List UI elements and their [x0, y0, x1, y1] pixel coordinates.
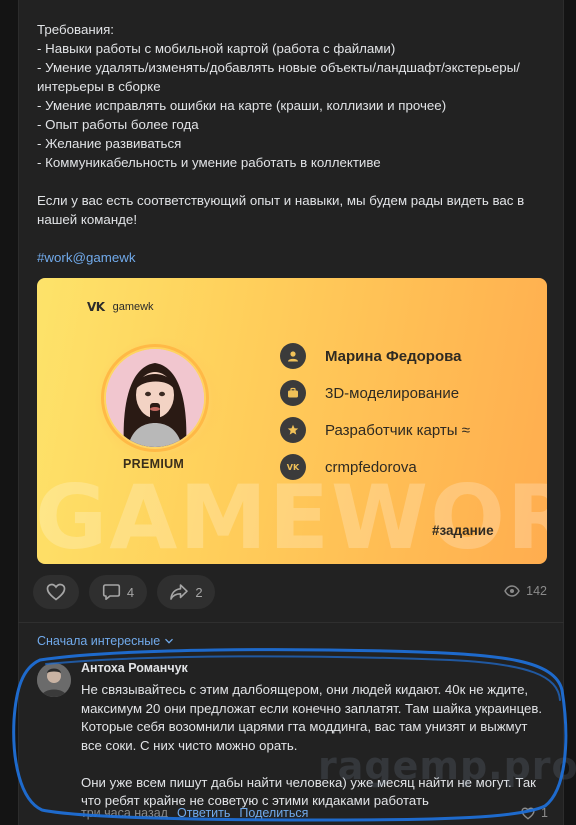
banner-skill-row: 3D-моделирование	[280, 380, 459, 406]
divider	[18, 622, 564, 623]
comment-icon	[102, 584, 120, 600]
briefcase-icon	[280, 380, 306, 406]
banner-name: Марина Федорова	[325, 347, 462, 365]
comment-meta: три часа назад Ответить Поделиться	[81, 806, 308, 820]
post-line: интерьеры в сборке	[37, 79, 161, 94]
post-line: Если у вас есть соответствующий опыт и н…	[37, 193, 525, 208]
banner-contact-row: VK crmpfedorova	[280, 454, 417, 480]
banner-logo: VK gamewk	[87, 300, 154, 314]
banner-role: Разработчик карты ≈	[325, 421, 470, 439]
post-line: - Умение исправлять ошибки на карте (кра…	[37, 98, 447, 113]
vk-logo-icon: VK	[87, 300, 105, 314]
post-banner-image[interactable]: GAMEWORK VK gamewk PREMIUM Марина Федоро…	[37, 278, 547, 564]
comment-paragraph: Они уже всем пишут дабы найти человека) …	[81, 774, 536, 809]
share-button[interactable]: 2	[157, 575, 215, 609]
share-count: 2	[195, 584, 203, 600]
banner-tag: #задание	[432, 523, 494, 538]
post-line: - Опыт работы более года	[37, 117, 199, 132]
hashtag-link[interactable]: #work@gamewk	[37, 250, 135, 265]
comment-text: Не связывайтесь с этим далбоящером, они …	[81, 681, 551, 811]
star-icon	[280, 417, 306, 443]
comments-button[interactable]: 4	[89, 575, 147, 609]
user-icon	[280, 343, 306, 369]
banner-role-row: Разработчик карты ≈	[280, 417, 470, 443]
comment-paragraph: Не связывайтесь с этим далбоящером, они …	[81, 682, 542, 753]
banner-contact: crmpfedorova	[325, 458, 417, 476]
views-count: 142	[526, 584, 547, 598]
views-counter: 142	[504, 584, 547, 598]
sort-label: Сначала интересные	[37, 634, 161, 648]
comment-author-name[interactable]: Антоха Романчук	[81, 661, 188, 675]
banner-skill: 3D-моделирование	[325, 384, 460, 402]
share-link[interactable]: Поделиться	[239, 806, 308, 820]
banner-avatar	[106, 349, 204, 447]
share-icon	[170, 584, 189, 600]
post-line: - Умение удалять/изменять/добавлять новы…	[37, 60, 520, 75]
comment-like-count: 1	[541, 806, 548, 820]
comments-sort-dropdown[interactable]: Сначала интересные	[37, 634, 174, 648]
post-line: - Желание развиваться	[37, 136, 182, 151]
post-line: Требования:	[37, 22, 115, 37]
heart-icon	[521, 807, 535, 820]
heart-icon	[46, 583, 66, 601]
comment-author-avatar[interactable]	[37, 663, 71, 697]
post-line: - Навыки работы с мобильной картой (рабо…	[37, 41, 396, 56]
banner-brand: gamewk	[112, 301, 154, 313]
post-line: нашей команде!	[37, 212, 138, 227]
banner-name-row: Марина Федорова	[280, 343, 462, 369]
eye-icon	[504, 585, 520, 597]
comments-count: 4	[126, 584, 135, 600]
post-body: Требования: - Навыки работы с мобильной …	[37, 20, 549, 267]
like-button[interactable]	[33, 575, 79, 609]
post-line: - Коммуникабельность и умение работать в…	[37, 155, 381, 170]
vk-icon: VK	[280, 454, 306, 480]
premium-badge: PREMIUM	[123, 457, 185, 471]
post-actions: 4 2 142	[33, 575, 547, 609]
comment-time: три часа назад	[81, 806, 168, 820]
comment-like-button[interactable]: 1	[521, 806, 548, 820]
reply-link[interactable]: Ответить	[177, 806, 230, 820]
banner-bg-word: GAMEWORK	[37, 466, 547, 564]
chevron-down-icon	[165, 638, 174, 644]
